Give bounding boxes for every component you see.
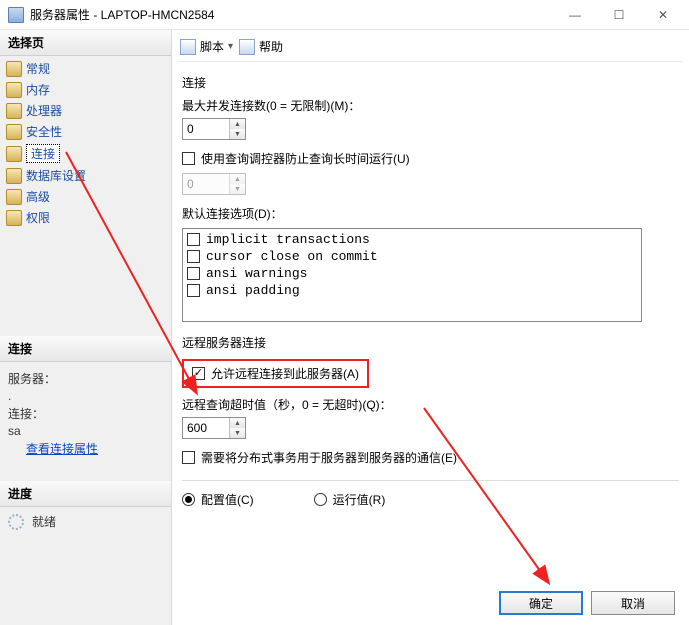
settings-content: 连接 最大并发连接数(0 = 无限制)(M)： ▲▼ 使用查询调控器防止查询长时… bbox=[178, 62, 683, 574]
help-button[interactable]: 帮助 bbox=[239, 38, 283, 55]
opt-item[interactable]: cursor close on commit bbox=[185, 248, 639, 265]
governor-input bbox=[183, 175, 229, 193]
sidebar-item-db-settings[interactable]: 数据库设置 bbox=[0, 165, 171, 186]
page-icon bbox=[6, 82, 22, 98]
select-page-header: 选择页 bbox=[0, 30, 171, 56]
progress-body: 就绪 bbox=[0, 507, 171, 625]
ok-button[interactable]: 确定 bbox=[499, 591, 583, 615]
left-panel: 选择页 常规 内存 处理器 安全性 连接 数据库设置 高级 权限 连接 服务器：… bbox=[0, 30, 172, 625]
sidebar-item-processors[interactable]: 处理器 bbox=[0, 100, 171, 121]
page-icon bbox=[6, 210, 22, 226]
chevron-down-icon: ▾ bbox=[228, 41, 233, 52]
distributed-row: 需要将分布式事务用于服务器到服务器的通信(E) bbox=[182, 449, 679, 466]
window-title: 服务器属性 - LAPTOP-HMCN2584 bbox=[30, 6, 553, 23]
default-opts-label: 默认连接选项(D)： bbox=[182, 205, 679, 222]
governor-label: 使用查询调控器防止查询长时间运行(U) bbox=[201, 150, 410, 167]
sidebar-item-permissions[interactable]: 权限 bbox=[0, 207, 171, 228]
ready-label: 就绪 bbox=[32, 515, 56, 529]
connection-info: 服务器： . 连接： sa 查看连接属性 bbox=[0, 362, 171, 480]
remote-section-label: 远程服务器连接 bbox=[182, 334, 679, 351]
page-icon bbox=[6, 189, 22, 205]
opt-checkbox[interactable] bbox=[187, 250, 200, 263]
sidebar-item-memory[interactable]: 内存 bbox=[0, 79, 171, 100]
toolbar: 脚本▾ 帮助 bbox=[178, 36, 683, 62]
page-icon bbox=[6, 124, 22, 140]
server-label: 服务器： bbox=[8, 370, 163, 387]
cancel-button[interactable]: 取消 bbox=[591, 591, 675, 615]
app-icon bbox=[8, 7, 24, 23]
default-opts-listbox[interactable]: implicit transactions cursor close on co… bbox=[182, 228, 642, 322]
remote-timeout-input[interactable] bbox=[183, 419, 229, 437]
max-concurrent-label: 最大并发连接数(0 = 无限制)(M)： bbox=[182, 97, 679, 114]
opt-checkbox[interactable] bbox=[187, 267, 200, 280]
opt-checkbox[interactable] bbox=[187, 284, 200, 297]
remote-timeout-spinner[interactable]: ▲▼ bbox=[182, 417, 246, 439]
connections-section-label: 连接 bbox=[182, 74, 679, 91]
allow-remote-checkbox[interactable] bbox=[192, 367, 205, 380]
connection-header: 连接 bbox=[0, 336, 171, 362]
distributed-label: 需要将分布式事务用于服务器到服务器的通信(E) bbox=[201, 449, 457, 466]
progress-icon bbox=[8, 514, 24, 530]
close-button[interactable]: ✕ bbox=[641, 1, 685, 29]
button-bar: 确定 取消 bbox=[499, 591, 675, 615]
allow-remote-highlight: 允许远程连接到此服务器(A) bbox=[182, 359, 369, 388]
opt-item[interactable]: implicit transactions bbox=[185, 231, 639, 248]
sidebar-item-security[interactable]: 安全性 bbox=[0, 121, 171, 142]
server-value: . bbox=[8, 389, 163, 403]
governor-row: 使用查询调控器防止查询长时间运行(U) bbox=[182, 150, 679, 167]
spinner-buttons[interactable]: ▲▼ bbox=[229, 418, 245, 438]
remote-timeout-label: 远程查询超时值（秒，0 = 无超时)(Q)： bbox=[182, 396, 679, 413]
page-icon bbox=[6, 103, 22, 119]
titlebar: 服务器属性 - LAPTOP-HMCN2584 — ☐ ✕ bbox=[0, 0, 689, 30]
progress-header: 进度 bbox=[0, 481, 171, 507]
conn-label: 连接： bbox=[8, 405, 163, 422]
page-list: 常规 内存 处理器 安全性 连接 数据库设置 高级 权限 bbox=[0, 56, 171, 230]
allow-remote-label: 允许远程连接到此服务器(A) bbox=[211, 365, 359, 382]
running-radio[interactable]: 运行值(R) bbox=[314, 491, 386, 508]
page-icon bbox=[6, 146, 22, 162]
sidebar-item-general[interactable]: 常规 bbox=[0, 58, 171, 79]
governor-checkbox[interactable] bbox=[182, 152, 195, 165]
content-panel: 脚本▾ 帮助 连接 最大并发连接数(0 = 无限制)(M)： ▲▼ 使用查询调控… bbox=[172, 30, 689, 625]
dialog-body: 选择页 常规 内存 处理器 安全性 连接 数据库设置 高级 权限 连接 服务器：… bbox=[0, 30, 689, 625]
governor-spinner: ▲▼ bbox=[182, 173, 246, 195]
opt-item[interactable]: ansi warnings bbox=[185, 265, 639, 282]
max-concurrent-spinner[interactable]: ▲▼ bbox=[182, 118, 246, 140]
conn-value: sa bbox=[8, 424, 163, 438]
max-concurrent-input[interactable] bbox=[183, 120, 229, 138]
sidebar-item-connections[interactable]: 连接 bbox=[0, 142, 171, 165]
page-icon bbox=[6, 168, 22, 184]
help-icon bbox=[239, 39, 255, 55]
script-icon bbox=[180, 39, 196, 55]
configured-radio[interactable]: 配置值(C) bbox=[182, 491, 254, 508]
distributed-checkbox[interactable] bbox=[182, 451, 195, 464]
opt-item[interactable]: ansi padding bbox=[185, 282, 639, 299]
radio-row: 配置值(C) 运行值(R) bbox=[182, 491, 679, 508]
minimize-button[interactable]: — bbox=[553, 1, 597, 29]
script-dropdown[interactable]: 脚本▾ bbox=[180, 38, 233, 55]
opt-checkbox[interactable] bbox=[187, 233, 200, 246]
spinner-buttons[interactable]: ▲▼ bbox=[229, 119, 245, 139]
view-conn-props-link[interactable]: 查看连接属性 bbox=[26, 442, 98, 456]
sidebar-item-advanced[interactable]: 高级 bbox=[0, 186, 171, 207]
maximize-button[interactable]: ☐ bbox=[597, 1, 641, 29]
page-icon bbox=[6, 61, 22, 77]
